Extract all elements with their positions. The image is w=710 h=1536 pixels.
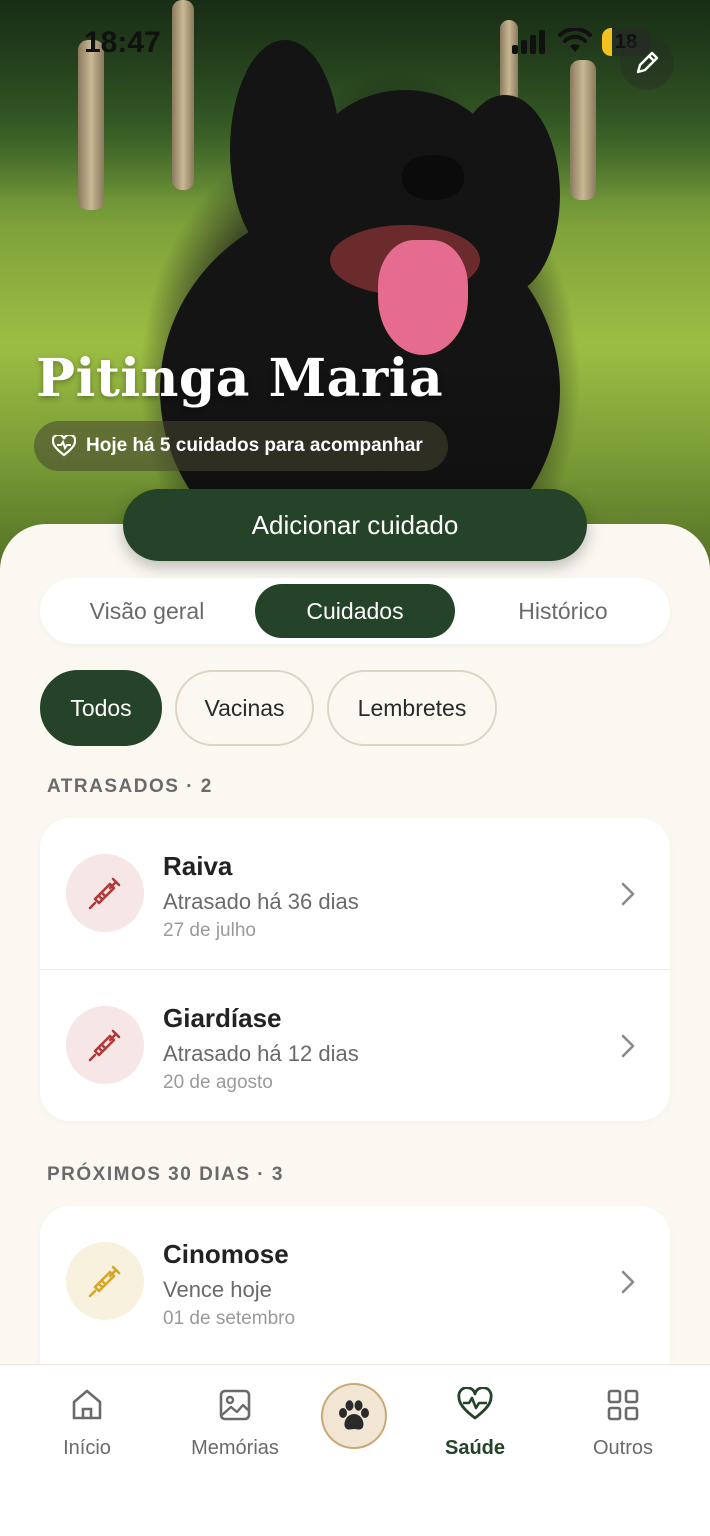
wifi-icon xyxy=(558,28,592,52)
care-title: Raiva xyxy=(163,851,233,881)
signal-icon xyxy=(512,30,548,54)
care-item[interactable]: Giardíase Atrasado há 12 dias 20 de agos… xyxy=(40,970,670,1121)
care-title: Giardíase xyxy=(163,1003,282,1033)
care-status: Atrasado há 12 dias xyxy=(163,1041,359,1066)
nav-others[interactable]: Outros xyxy=(558,1387,688,1460)
tab-care[interactable]: Cuidados xyxy=(255,584,455,638)
care-title: Cinomose xyxy=(163,1239,289,1269)
nav-label: Saúde xyxy=(444,1437,506,1459)
paw-icon xyxy=(339,1400,369,1430)
status-time: 18:47 xyxy=(84,26,161,59)
overdue-card: Raiva Atrasado há 36 dias 27 de julho Gi… xyxy=(40,818,670,1121)
section-title-upcoming: PRÓXIMOS 30 DIAS · 3 xyxy=(47,1164,284,1185)
tab-history[interactable]: Histórico xyxy=(462,584,664,638)
syringe-icon xyxy=(66,1006,144,1084)
image-icon xyxy=(219,1389,251,1421)
care-summary-badge: Hoje há 5 cuidados para acompanhar xyxy=(34,421,448,471)
tab-overview[interactable]: Visão geral xyxy=(46,584,248,638)
care-status: Vence hoje xyxy=(163,1277,272,1302)
heart-pulse-icon xyxy=(457,1387,493,1420)
nav-label: Memórias xyxy=(191,1437,279,1459)
edit-pet-button[interactable] xyxy=(620,36,674,90)
care-date: 27 de julho xyxy=(163,920,256,941)
filter-all[interactable]: Todos xyxy=(40,670,162,746)
care-summary-text: Hoje há 5 cuidados para acompanhar xyxy=(86,435,423,456)
filter-vaccines[interactable]: Vacinas xyxy=(175,670,314,746)
filter-reminders[interactable]: Lembretes xyxy=(327,670,497,746)
care-date: 01 de setembro xyxy=(163,1308,296,1329)
tree-trunk xyxy=(172,0,194,190)
care-item[interactable]: Raiva Atrasado há 36 dias 27 de julho xyxy=(40,818,670,970)
care-status: Atrasado há 36 dias xyxy=(163,889,359,914)
care-date: 20 de agosto xyxy=(163,1072,273,1093)
heart-pulse-icon xyxy=(52,435,76,457)
care-item[interactable]: Cinomose Vence hoje 01 de setembro xyxy=(40,1206,670,1358)
chevron-right-icon xyxy=(621,882,635,906)
home-icon xyxy=(72,1389,102,1420)
upcoming-card: Cinomose Vence hoje 01 de setembro xyxy=(40,1206,670,1376)
chevron-right-icon xyxy=(621,1270,635,1294)
chevron-right-icon xyxy=(621,1034,635,1058)
nav-label: Início xyxy=(63,1437,111,1459)
pet-profile-button[interactable] xyxy=(321,1383,387,1449)
syringe-icon xyxy=(66,1242,144,1320)
add-care-button[interactable]: Adicionar cuidado xyxy=(123,489,587,561)
pet-photo xyxy=(0,0,710,570)
tab-bar: Visão geral Cuidados Histórico xyxy=(40,578,670,644)
tree-trunk xyxy=(570,60,596,200)
nav-health[interactable]: Saúde xyxy=(410,1387,540,1460)
pencil-icon xyxy=(636,51,659,74)
nav-memories[interactable]: Memórias xyxy=(170,1387,300,1460)
nav-home[interactable]: Início xyxy=(22,1387,152,1460)
grid-icon xyxy=(607,1389,639,1421)
nav-label: Outros xyxy=(592,1437,654,1459)
syringe-icon xyxy=(66,854,144,932)
dog-nose xyxy=(402,155,464,200)
pet-name: Pitinga Maria xyxy=(36,348,444,409)
dog-tongue xyxy=(378,240,468,355)
tree-trunk xyxy=(78,40,104,210)
section-title-overdue: ATRASADOS · 2 xyxy=(47,776,213,797)
